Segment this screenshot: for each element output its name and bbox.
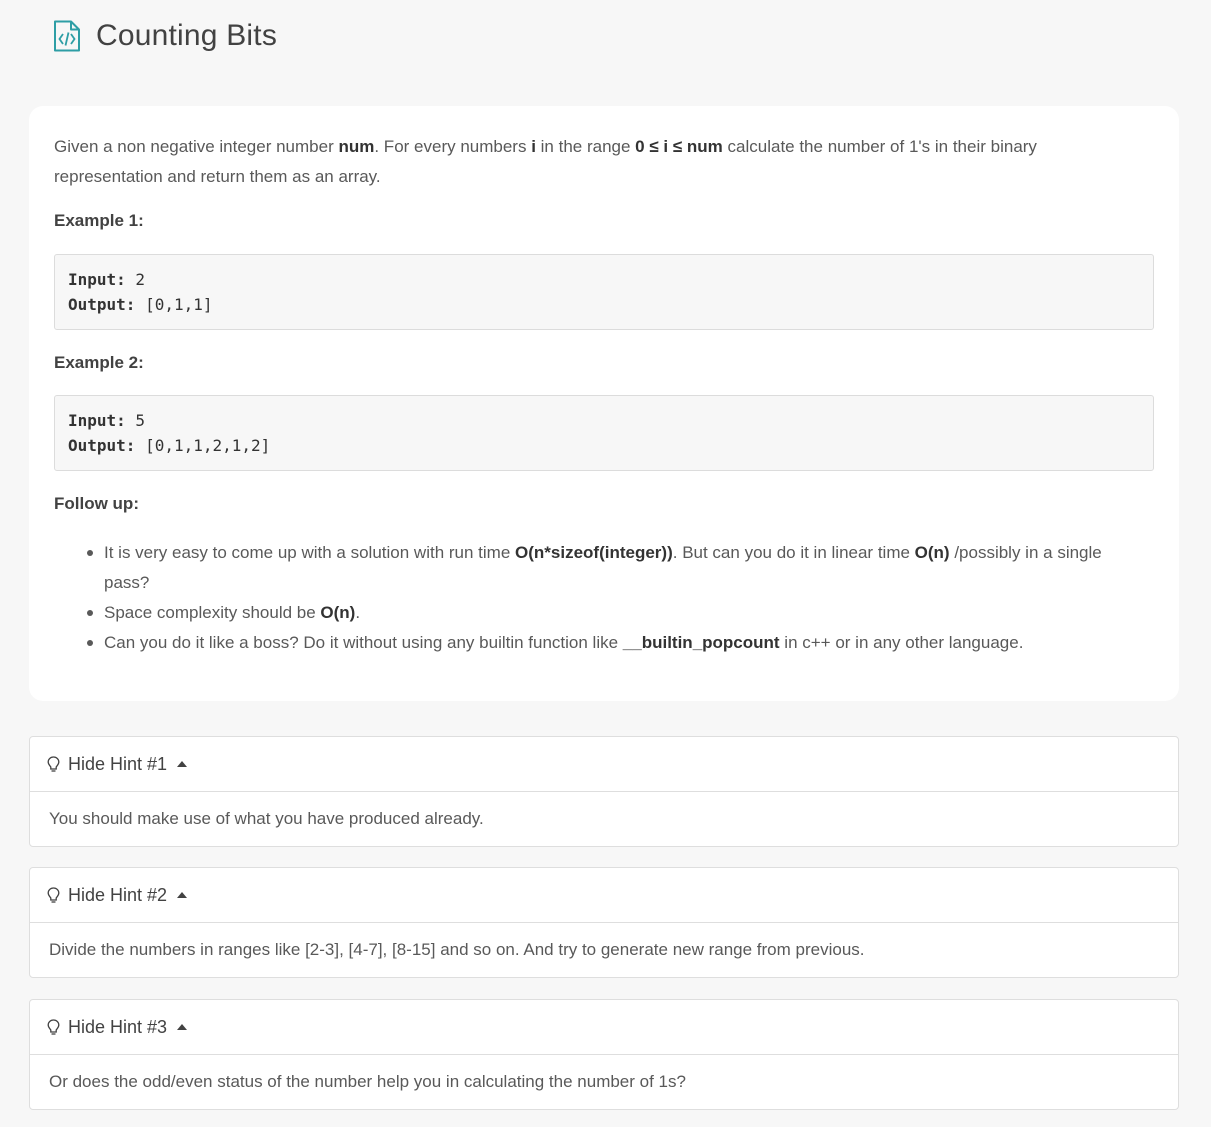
bulb-icon — [47, 1018, 60, 1035]
problem-statement: Given a non negative integer number num.… — [54, 137, 1037, 186]
hint-2-toggle[interactable]: Hide Hint #2 — [30, 868, 1178, 923]
hint-2-text: Divide the numbers in ranges like [2-3],… — [49, 940, 865, 959]
keyword-num: num — [338, 137, 375, 156]
code-file-icon — [54, 20, 80, 52]
hint-2-label: Hide Hint #2 — [68, 884, 168, 905]
example-1-title: Example 1: — [54, 211, 144, 230]
bulb-icon — [47, 886, 60, 903]
hint-panel-2: Hide Hint #2 Divide the numbers in range… — [29, 867, 1179, 978]
caret-up-icon — [177, 1024, 188, 1030]
range-expression: 0 ≤ i ≤ num — [635, 137, 723, 156]
hint-3-label: Hide Hint #3 — [68, 1016, 168, 1037]
hint-panel-1: Hide Hint #1 You should make use of what… — [29, 736, 1179, 847]
page-header: Counting Bits — [53, 17, 277, 55]
hint-3-text: Or does the odd/even status of the numbe… — [49, 1072, 686, 1091]
caret-up-icon — [177, 761, 188, 767]
follow-up-item: It is very easy to come up with a soluti… — [84, 538, 1144, 598]
hint-1-text: You should make use of what you have pro… — [49, 809, 484, 828]
page-title: Counting Bits — [96, 19, 278, 52]
example-2-code: Input: 5 Output: [0,1,1,2,1,2] — [54, 395, 1154, 471]
hint-1-toggle[interactable]: Hide Hint #1 — [30, 737, 1178, 792]
follow-up-title: Follow up: — [54, 494, 139, 513]
problem-description-card: Given a non negative integer number num.… — [29, 106, 1179, 701]
caret-up-icon — [177, 892, 188, 898]
example-1-code: Input: 2 Output: [0,1,1] — [54, 254, 1154, 330]
follow-up-item: Space complexity should be O(n). — [84, 598, 1144, 628]
bulb-icon — [47, 755, 60, 772]
hint-1-label: Hide Hint #1 — [68, 753, 168, 774]
hint-3-toggle[interactable]: Hide Hint #3 — [30, 1000, 1178, 1055]
follow-up-item: Can you do it like a boss? Do it without… — [84, 628, 1144, 658]
follow-up-list: It is very easy to come up with a soluti… — [54, 538, 1154, 658]
example-2-title: Example 2: — [54, 353, 144, 372]
hint-panel-3: Hide Hint #3 Or does the odd/even status… — [29, 999, 1179, 1110]
